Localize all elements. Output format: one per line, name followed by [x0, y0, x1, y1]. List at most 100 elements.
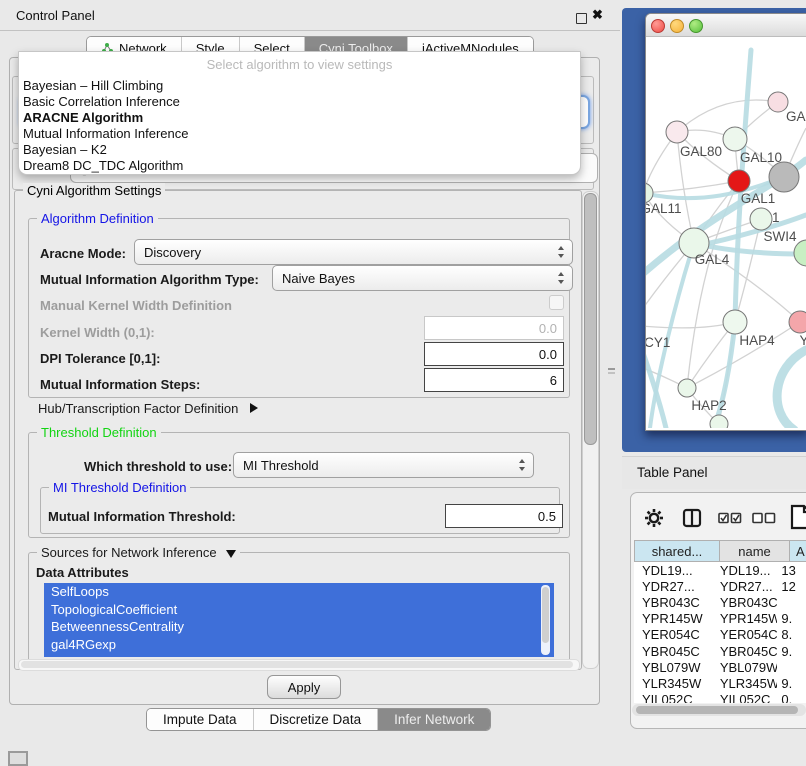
table-hscrollbar-thumb[interactable]: [636, 706, 798, 714]
table-row[interactable]: YDL19...YDL19...13: [634, 562, 806, 578]
table-cell: 13: [777, 563, 806, 578]
network-node[interactable]: [710, 415, 728, 428]
kernel-width-field[interactable]: 0.0: [424, 316, 564, 340]
mi-algorithm-type-combo[interactable]: Naive Bayes: [272, 265, 573, 291]
network-node-swi4[interactable]: [750, 208, 772, 230]
algorithm-option-3[interactable]: Mutual Information Inference: [23, 126, 576, 142]
node-label: GCY1: [646, 335, 670, 350]
table-cell: 0.: [777, 692, 806, 703]
data-attribute-item-0[interactable]: SelfLoops: [44, 583, 554, 601]
settings-hscrollbar-thumb[interactable]: [21, 661, 573, 668]
node-label: GAL10: [740, 150, 782, 165]
network-node-y[interactable]: [789, 311, 806, 333]
table-panel-title: Table Panel: [637, 465, 708, 480]
table-row[interactable]: YBR043CYBR043C: [634, 594, 806, 610]
attributes-scrollbar-thumb[interactable]: [542, 587, 549, 643]
table-cell: YDR27...: [634, 579, 712, 594]
tab-discretize-data-label: Discretize Data: [270, 712, 362, 727]
aracne-mode-label: Aracne Mode:: [40, 246, 126, 261]
manual-kernel-width-checkbox[interactable]: [549, 295, 564, 310]
select-all-columns-icon[interactable]: [718, 512, 742, 524]
spinner-arrows-icon: [558, 272, 565, 284]
network-node[interactable]: [769, 162, 799, 192]
network-node[interactable]: [768, 92, 788, 112]
algorithm-option-4[interactable]: Bayesian – K2: [23, 142, 576, 158]
algorithm-option-5[interactable]: Dream8 DC_TDC Algorithm: [23, 158, 576, 174]
close-panel-icon[interactable]: ✖: [592, 7, 603, 23]
column-header-shared-name-label: shared...: [652, 544, 703, 559]
mi-steps-field[interactable]: 6: [424, 368, 564, 392]
mac-minimize-icon[interactable]: [670, 19, 684, 33]
which-threshold-combo[interactable]: MI Threshold: [233, 452, 534, 478]
network-node-gal11[interactable]: [646, 183, 653, 203]
deselect-all-columns-icon[interactable]: [752, 512, 776, 524]
algorithm-option-0[interactable]: Bayesian – Hill Climbing: [23, 78, 576, 94]
column-header-partial[interactable]: A: [789, 540, 806, 562]
mi-steps-value: 6: [550, 373, 557, 388]
threshold-definition-title: Threshold Definition: [37, 425, 161, 440]
aracne-mode-combo[interactable]: Discovery: [134, 239, 573, 265]
split-columns-icon[interactable]: [682, 508, 702, 528]
table-cell: 9.: [777, 676, 806, 691]
column-header-name[interactable]: name: [719, 540, 790, 562]
tab-impute-data[interactable]: Impute Data: [147, 709, 254, 730]
table-row[interactable]: YIL052CYIL052C0.: [634, 692, 806, 704]
mac-close-icon[interactable]: [651, 19, 665, 33]
algorithm-option-1[interactable]: Basic Correlation Inference: [23, 94, 576, 110]
export-table-icon[interactable]: [790, 504, 806, 530]
table-row[interactable]: YER054CYER054C8.: [634, 627, 806, 643]
table-body[interactable]: YDL19...YDL19...13YDR27...YDR27...12YBR0…: [634, 562, 806, 703]
float-panel-icon[interactable]: [576, 13, 587, 24]
network-window-titlebar: [646, 14, 806, 37]
table-row[interactable]: YPR145WYPR145W9.: [634, 611, 806, 627]
data-attribute-item-1[interactable]: TopologicalCoefficient: [44, 601, 554, 619]
network-edge-highlighted[interactable]: [777, 350, 806, 428]
tab-infer-network[interactable]: Infer Network: [378, 709, 490, 730]
table-cell: YDR27...: [712, 579, 778, 594]
table-cell: YBL079W: [712, 660, 778, 675]
node-label: HAP4: [739, 333, 775, 348]
network-node-hap4[interactable]: [723, 310, 747, 334]
dpi-tolerance-field[interactable]: 0.0: [424, 342, 564, 366]
collapse-arrow-icon[interactable]: [226, 550, 236, 558]
apply-button[interactable]: Apply: [267, 675, 341, 699]
table-row[interactable]: YBR045CYBR045C9.: [634, 643, 806, 659]
apply-button-label: Apply: [288, 680, 321, 695]
data-attribute-item-2[interactable]: BetweennessCentrality: [44, 618, 554, 636]
network-canvas[interactable]: GAL80GAL10GAL1GAL11GAL4SWI4GCY1HAP4YHAP2…: [646, 36, 806, 428]
algorithm-option-2[interactable]: ARACNE Algorithm: [23, 110, 576, 126]
sources-title-text: Sources for Network Inference: [41, 545, 217, 560]
column-header-partial-label: A: [796, 544, 805, 559]
panel-divider-handle[interactable]: [608, 367, 615, 375]
which-threshold-label: Which threshold to use:: [84, 459, 232, 474]
cyni-bottom-tab-bar: Impute Data Discretize Data Infer Networ…: [146, 708, 491, 731]
table-row[interactable]: YLR345WYLR345W9.: [634, 675, 806, 691]
network-edge[interactable]: [646, 181, 739, 193]
network-node-gal1[interactable]: [728, 170, 750, 192]
network-edge[interactable]: [677, 100, 778, 132]
network-edge[interactable]: [646, 322, 735, 328]
settings-vscrollbar-thumb[interactable]: [584, 193, 597, 445]
tab-discretize-data[interactable]: Discretize Data: [254, 709, 379, 730]
mi-algorithm-type-value: Naive Bayes: [282, 271, 355, 286]
column-header-shared-name[interactable]: shared...: [634, 540, 720, 562]
network-node-hap2[interactable]: [678, 379, 696, 397]
hub-definition-expander[interactable]: Hub/Transcription Factor Definition: [38, 401, 258, 416]
table-settings-gear-icon[interactable]: [644, 508, 664, 528]
manual-kernel-width-label: Manual Kernel Width Definition: [40, 298, 232, 313]
column-header-name-label: name: [738, 544, 771, 559]
mi-threshold-field[interactable]: 0.5: [445, 504, 563, 528]
mi-threshold-label: Mutual Information Threshold:: [48, 509, 236, 524]
network-node-gal80[interactable]: [666, 121, 688, 143]
table-row[interactable]: YBL079WYBL079W: [634, 659, 806, 675]
data-attribute-item-3[interactable]: gal4RGexp: [44, 636, 554, 654]
dock-panel-button[interactable]: [8, 751, 28, 766]
table-cell: YBR045C: [634, 644, 712, 659]
table-row[interactable]: YDR27...YDR27...12: [634, 578, 806, 594]
algorithm-definition-title: Algorithm Definition: [37, 211, 158, 226]
network-node-gal10[interactable]: [723, 127, 747, 151]
data-attributes-list[interactable]: SelfLoopsTopologicalCoefficientBetweenne…: [44, 583, 554, 657]
table-cell: YDL19...: [712, 563, 778, 578]
mac-zoom-icon[interactable]: [689, 19, 703, 33]
table-cell: YDL19...: [634, 563, 712, 578]
